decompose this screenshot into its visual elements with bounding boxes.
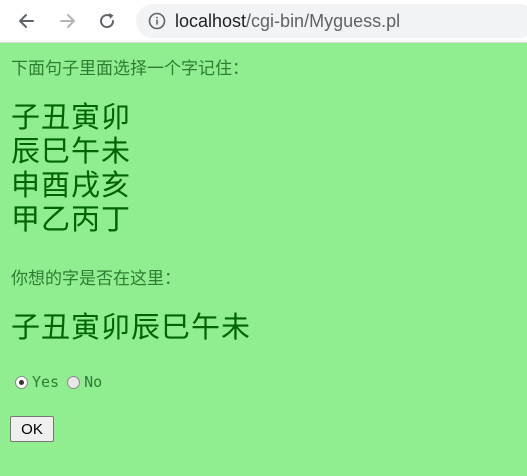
back-button[interactable] — [12, 6, 42, 36]
ok-button[interactable]: OK — [10, 416, 54, 442]
yes-label: Yes — [32, 373, 60, 391]
question-prompt: 你想的字是否在这里： — [11, 269, 181, 289]
character-grid: 子丑寅卯 辰巳午未 申酉戌亥 甲乙丙丁 — [11, 100, 131, 236]
no-option[interactable]: No — [67, 373, 102, 391]
no-radio[interactable] — [67, 375, 81, 389]
yes-radio[interactable] — [15, 375, 28, 389]
no-label: No — [84, 373, 103, 391]
char-row: 辰巳午未 — [11, 134, 132, 168]
forward-arrow-icon — [60, 14, 75, 28]
page-content: 下面句子里面选择一个字记住： 子丑寅卯 辰巳午未 申酉戌亥 甲乙丙丁 你想的字是… — [0, 43, 527, 476]
char-row: 子丑寅卯 — [11, 100, 132, 134]
forward-button[interactable] — [52, 6, 82, 36]
url-path: /cgi-bin/Myguess.pl — [246, 10, 401, 31]
browser-toolbar: localhost/cgi-bin/Myguess.pl — [0, 0, 527, 43]
reload-icon — [100, 13, 115, 29]
reload-button[interactable] — [92, 6, 122, 36]
url-text: localhost/cgi-bin/Myguess.pl — [175, 11, 400, 32]
yes-option[interactable]: Yes — [15, 373, 59, 391]
select-prompt: 下面句子里面选择一个字记住： — [11, 59, 249, 79]
back-arrow-icon — [19, 14, 34, 28]
address-bar[interactable]: localhost/cgi-bin/Myguess.pl — [136, 4, 527, 38]
info-icon[interactable] — [148, 12, 166, 30]
url-host: localhost — [175, 10, 247, 31]
char-row: 申酉戌亥 — [11, 168, 132, 202]
char-row: 甲乙丙丁 — [11, 202, 132, 236]
question-characters: 子丑寅卯辰巳午未 — [11, 310, 252, 344]
answer-radio-group: Yes No — [15, 373, 110, 391]
